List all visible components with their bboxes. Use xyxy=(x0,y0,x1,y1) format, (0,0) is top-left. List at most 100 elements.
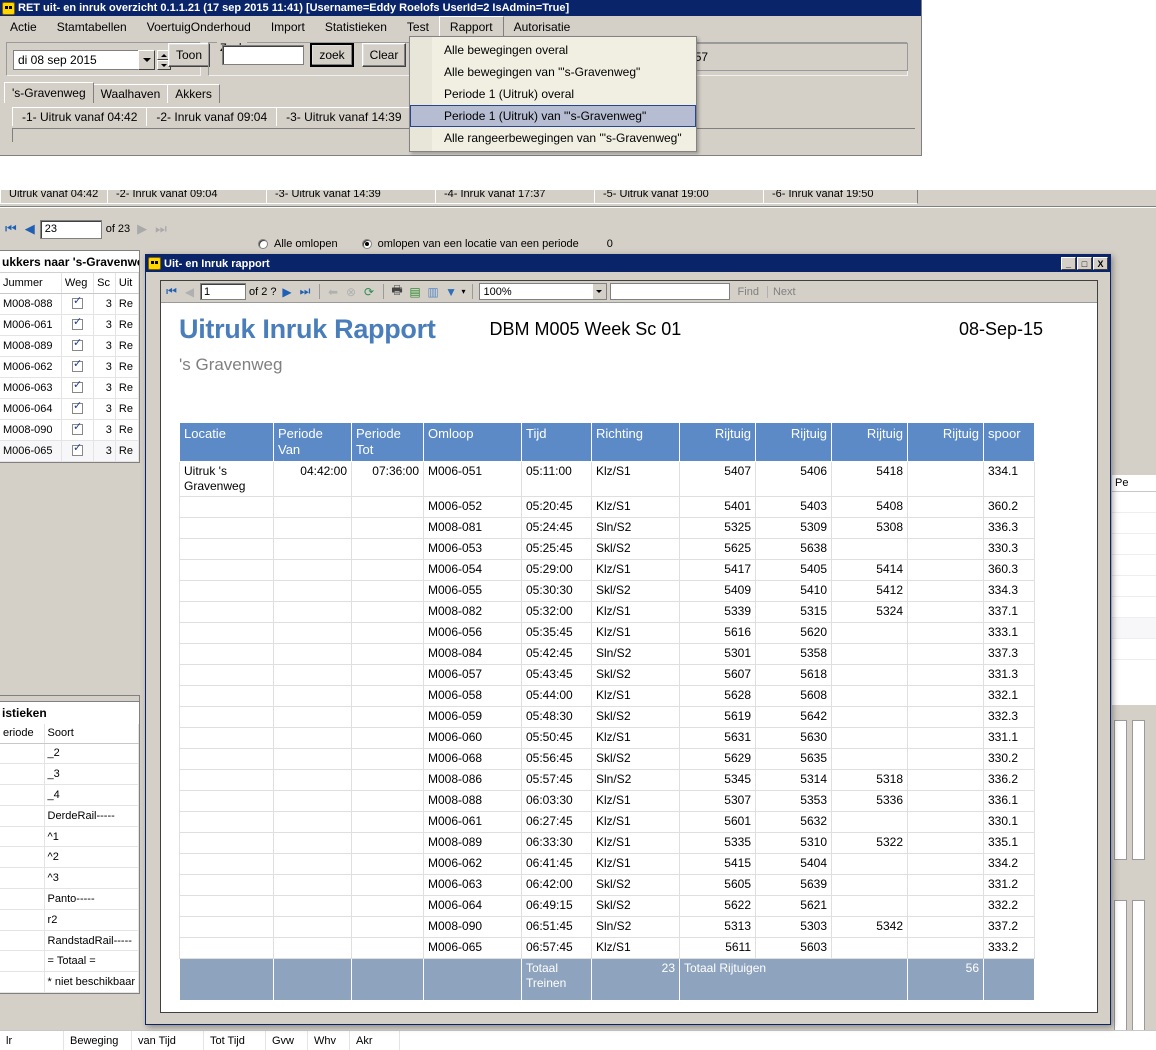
print-layout-icon[interactable]: ▤ xyxy=(408,284,423,299)
cell-weg[interactable] xyxy=(61,314,95,336)
next-record-icon[interactable]: ▶ xyxy=(134,221,150,237)
table-row[interactable]: M006-061 3 Re xyxy=(0,314,140,336)
list-item[interactable]: _3 xyxy=(0,763,140,786)
print-icon[interactable]: 🖶 xyxy=(390,283,405,299)
checkbox-weg[interactable] xyxy=(72,400,84,415)
minimize-button[interactable]: _ xyxy=(1061,257,1076,270)
list-item[interactable]: _2 xyxy=(0,743,140,765)
background-tab-4[interactable]: -4- Inruk vanaf 17:37 xyxy=(435,190,595,204)
table-row[interactable]: M008-088 3 Re xyxy=(0,293,140,315)
refresh-icon[interactable]: ⟳ xyxy=(362,284,377,299)
cell-weg[interactable] xyxy=(61,356,95,378)
bottom-col-lr[interactable]: lr xyxy=(0,1030,64,1050)
col-sc[interactable]: Sc xyxy=(93,273,116,294)
tab-akkers[interactable]: Akkers xyxy=(167,84,220,103)
bottom-col-beweging[interactable]: Beweging xyxy=(64,1030,132,1050)
menu-voertuigonderhoud[interactable]: VoertuigOnderhoud xyxy=(137,16,261,37)
background-tab-3[interactable]: -3- Uitruk vanaf 14:39 xyxy=(266,190,436,204)
report-window-titlebar[interactable]: Uit- en Inruk rapport _ □ X xyxy=(146,255,1110,272)
cell-weg[interactable] xyxy=(61,335,95,357)
first-record-icon[interactable]: ⏮ xyxy=(2,221,20,237)
menu-import[interactable]: Import xyxy=(261,16,315,37)
list-item[interactable]: ^3 xyxy=(0,867,140,890)
date-combo-value[interactable]: di 08 sep 2015 xyxy=(13,50,138,70)
menu-rapport[interactable]: Rapport xyxy=(438,16,504,37)
menu-item-alle-rangeerbewegingen-gravenweg[interactable]: Alle rangeerbewegingen van "'s-Gravenweg… xyxy=(410,127,696,149)
table-row[interactable]: M006-063 3 Re xyxy=(0,377,140,399)
menu-autorisatie[interactable]: Autorisatie xyxy=(504,16,581,37)
list-item[interactable]: = Totaal = xyxy=(0,950,140,973)
menu-item-alle-bewegingen-gravenweg[interactable]: Alle bewegingen van "'s-Gravenweg" xyxy=(410,61,696,83)
background-tab-2[interactable]: -2- Inruk vanaf 09:04 xyxy=(107,190,267,204)
omloop-filter-radiogroup[interactable]: Alle omlopen omlopen van een locatie van… xyxy=(258,238,613,250)
menu-actie[interactable]: Actie xyxy=(0,16,47,37)
checkbox-weg[interactable] xyxy=(72,358,84,373)
last-page-icon[interactable]: ⏭ xyxy=(298,284,313,299)
radio-alle-omlopen[interactable] xyxy=(258,239,268,249)
menu-item-alle-bewegingen-overal[interactable]: Alle bewegingen overal xyxy=(410,39,696,61)
cell-weg[interactable] xyxy=(61,293,95,315)
search-input[interactable] xyxy=(222,45,304,65)
cell-weg[interactable] xyxy=(61,398,95,420)
list-item[interactable]: _4 xyxy=(0,784,140,806)
bottom-col-whv[interactable]: Whv xyxy=(308,1030,350,1050)
table-row[interactable]: M006-065 3 Re xyxy=(0,440,140,462)
back-icon[interactable]: ⬅ xyxy=(326,284,341,299)
record-number-input[interactable]: 23 xyxy=(39,219,102,239)
tab-s-gravenweg[interactable]: 's-Gravenweg xyxy=(4,82,94,103)
col-periode[interactable]: eriode xyxy=(0,724,45,744)
background-tab-6[interactable]: -6- Inruk vanaf 19:50 xyxy=(763,190,918,204)
toon-button[interactable]: Toon xyxy=(168,43,210,67)
table-row[interactable]: M006-062 3 Re xyxy=(0,356,140,378)
menu-item-periode1-gravenweg[interactable]: Periode 1 (Uitruk) van "'s-Gravenweg" xyxy=(410,105,696,127)
menu-statistieken[interactable]: Statistieken xyxy=(315,16,397,37)
cell-weg[interactable] xyxy=(61,440,95,462)
find-button[interactable]: Find xyxy=(733,286,764,298)
background-period-tabstrip[interactable]: Uitruk vanaf 04:42 -2- Inruk vanaf 09:04… xyxy=(0,190,1156,204)
menu-item-periode1-overal[interactable]: Periode 1 (Uitruk) overal xyxy=(410,83,696,105)
page-setup-icon[interactable]: ▥ xyxy=(426,284,441,299)
zoom-select[interactable]: 100% xyxy=(478,283,607,300)
table-row[interactable]: M008-089 3 Re xyxy=(0,335,140,357)
col-weg[interactable]: Weg xyxy=(61,273,95,294)
period-tab-2[interactable]: -2- Inruk vanaf 09:04 xyxy=(146,107,278,126)
chevron-down-icon[interactable] xyxy=(138,50,155,70)
previous-record-icon[interactable]: ◀ xyxy=(22,221,38,237)
report-viewer-toolbar[interactable]: ⏮ ◀ 1 of 2 ? ▶ ⏭ ⬅ ⊗ ⟳ 🖶 ▤ ▥ ▼ ▾ 100% Fi… xyxy=(161,281,1097,303)
table-row[interactable]: M006-064 3 Re xyxy=(0,398,140,420)
cell-weg[interactable] xyxy=(61,419,95,441)
checkbox-weg[interactable] xyxy=(72,379,84,394)
col-uit[interactable]: Uit xyxy=(115,273,140,294)
background-tab-1[interactable]: Uitruk vanaf 04:42 xyxy=(0,190,108,204)
period-tab-3[interactable]: -3- Uitruk vanaf 14:39 xyxy=(276,107,412,126)
chevron-down-icon[interactable] xyxy=(592,284,606,299)
menu-test[interactable]: Test xyxy=(397,16,439,37)
page-number-input[interactable]: 1 xyxy=(200,283,246,300)
table-row[interactable]: M008-090 3 Re xyxy=(0,419,140,441)
bottom-col-van-tijd[interactable]: van Tijd xyxy=(132,1030,204,1050)
bottom-col-akr[interactable]: Akr xyxy=(350,1030,400,1050)
bottom-col-tot-tijd[interactable]: Tot Tijd xyxy=(204,1030,266,1050)
cell-weg[interactable] xyxy=(61,377,95,399)
last-record-icon[interactable]: ⏭ xyxy=(152,221,170,237)
next-page-icon[interactable]: ▶ xyxy=(280,284,295,299)
main-titlebar[interactable]: RET uit- en inruk overzicht 0.1.1.21 (17… xyxy=(0,0,921,16)
next-button[interactable]: Next xyxy=(766,285,801,298)
search-button[interactable]: zoek xyxy=(310,43,354,67)
export-dropdown-arrow-icon[interactable]: ▾ xyxy=(462,287,466,296)
clear-button[interactable]: Clear xyxy=(362,43,406,67)
record-navigator[interactable]: ⏮ ◀ 23 of 23 ▶ ⏭ xyxy=(0,216,195,242)
close-button[interactable]: X xyxy=(1093,257,1108,270)
list-item[interactable]: Panto----- xyxy=(0,888,140,910)
scrollbar-vertical[interactable] xyxy=(1114,720,1127,860)
list-item[interactable]: ^1 xyxy=(0,826,140,848)
list-item[interactable]: ^2 xyxy=(0,846,140,869)
period-tab-1[interactable]: -1- Uitruk vanaf 04:42 xyxy=(12,107,148,126)
scrollbar-vertical[interactable] xyxy=(1132,900,1145,1040)
previous-page-icon[interactable]: ◀ xyxy=(182,284,197,299)
list-item[interactable]: DerdeRail----- xyxy=(0,805,140,827)
scrollbar-vertical[interactable] xyxy=(1114,900,1127,1040)
rapport-dropdown-menu[interactable]: Alle bewegingen overal Alle bewegingen v… xyxy=(409,36,697,152)
checkbox-weg[interactable] xyxy=(72,442,84,457)
statistieken-grid[interactable]: eriode Soort _2 _3 _4 DerdeRail----- ^1 … xyxy=(0,724,140,994)
